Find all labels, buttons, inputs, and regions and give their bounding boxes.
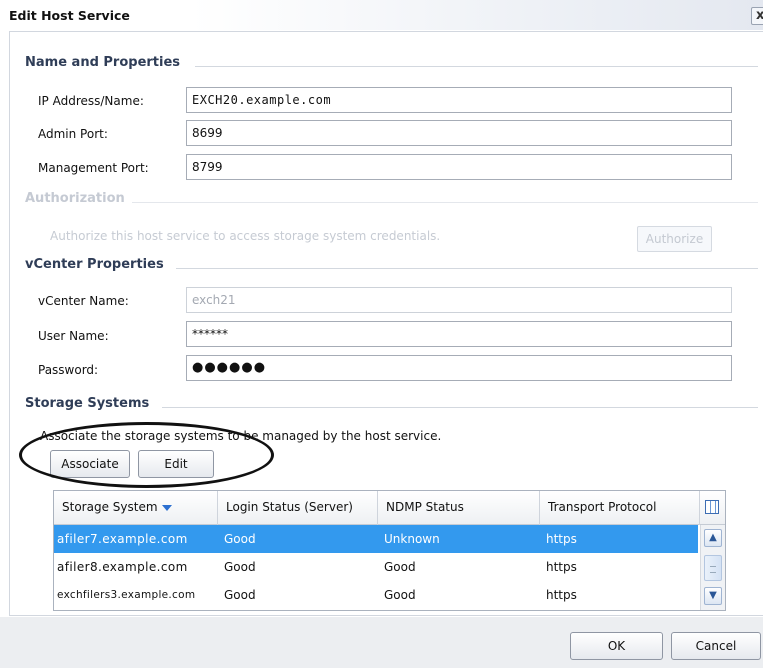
table-row[interactable]: exchfilers3.example.com Good Good https (54, 581, 698, 609)
table-row[interactable]: afiler7.example.com Good Unknown https (54, 525, 698, 553)
cell-login-status: Good (224, 588, 256, 602)
section-divider (162, 407, 758, 408)
section-divider (195, 66, 758, 67)
vcenter-name-input[interactable]: exch21 (186, 287, 732, 313)
ip-address-input[interactable]: EXCH20.example.com (186, 87, 732, 113)
sort-descending-icon (161, 504, 172, 511)
dialog-titlebar: Edit Host Service x (0, 0, 763, 30)
section-title-authorization: Authorization (25, 191, 125, 206)
dialog-footer: OK Cancel (0, 617, 763, 668)
close-icon[interactable]: x (751, 7, 763, 25)
section-title-storage-systems: Storage Systems (25, 396, 150, 411)
column-header-storage-system[interactable]: Storage System (54, 491, 218, 525)
associate-button[interactable]: Associate (50, 450, 130, 478)
storage-description: Associate the storage systems to be mana… (40, 429, 442, 443)
column-chooser-icon[interactable] (705, 500, 719, 514)
table-row[interactable]: afiler8.example.com Good Good https (54, 553, 698, 581)
column-header-login-status[interactable]: Login Status (Server) (218, 491, 378, 525)
dialog-title: Edit Host Service (9, 8, 130, 23)
table-header: Storage System Login Status (Server) NDM… (54, 491, 725, 525)
ok-button[interactable]: OK (570, 632, 663, 660)
management-port-input[interactable]: 8799 (186, 154, 732, 180)
section-title-vcenter: vCenter Properties (25, 257, 164, 272)
user-name-input[interactable]: ****** (186, 321, 732, 347)
column-header-transport-protocol[interactable]: Transport Protocol (540, 491, 700, 525)
password-label: Password: (38, 363, 99, 377)
storage-systems-table: Storage System Login Status (Server) NDM… (53, 490, 726, 611)
authorization-description: Authorize this host service to access st… (50, 229, 441, 243)
table-vertical-scrollbar[interactable]: ▲ ▼ (700, 525, 725, 610)
cancel-button[interactable]: Cancel (671, 632, 761, 660)
edit-button[interactable]: Edit (138, 450, 214, 478)
cell-login-status: Good (224, 532, 256, 546)
cell-transport-protocol: https (546, 588, 577, 602)
scroll-up-icon[interactable]: ▲ (704, 529, 722, 547)
scroll-down-icon[interactable]: ▼ (704, 587, 722, 605)
cell-login-status: Good (224, 560, 256, 574)
vcenter-name-label: vCenter Name: (38, 294, 129, 308)
cell-storage-system: afiler7.example.com (57, 532, 188, 546)
ip-address-label: IP Address/Name: (38, 94, 144, 108)
column-header-ndmp-status[interactable]: NDMP Status (378, 491, 540, 525)
cell-transport-protocol: https (546, 560, 577, 574)
section-divider (176, 268, 758, 269)
cell-transport-protocol: https (546, 532, 577, 546)
cell-ndmp-status: Unknown (384, 532, 440, 546)
section-divider (132, 202, 758, 203)
cell-ndmp-status: Good (384, 560, 416, 574)
admin-port-label: Admin Port: (38, 127, 108, 141)
admin-port-input[interactable]: 8699 (186, 120, 732, 146)
scroll-thumb[interactable] (704, 555, 722, 581)
cell-ndmp-status: Good (384, 588, 416, 602)
user-name-label: User Name: (38, 329, 109, 343)
authorize-button[interactable]: Authorize (637, 226, 712, 252)
password-input[interactable]: ●●●●●● (186, 355, 732, 381)
management-port-label: Management Port: (38, 161, 149, 175)
section-title-name-properties: Name and Properties (25, 55, 181, 70)
cell-storage-system: exchfilers3.example.com (57, 589, 196, 601)
cell-storage-system: afiler8.example.com (57, 560, 188, 574)
column-header-label: Storage System (62, 500, 158, 514)
